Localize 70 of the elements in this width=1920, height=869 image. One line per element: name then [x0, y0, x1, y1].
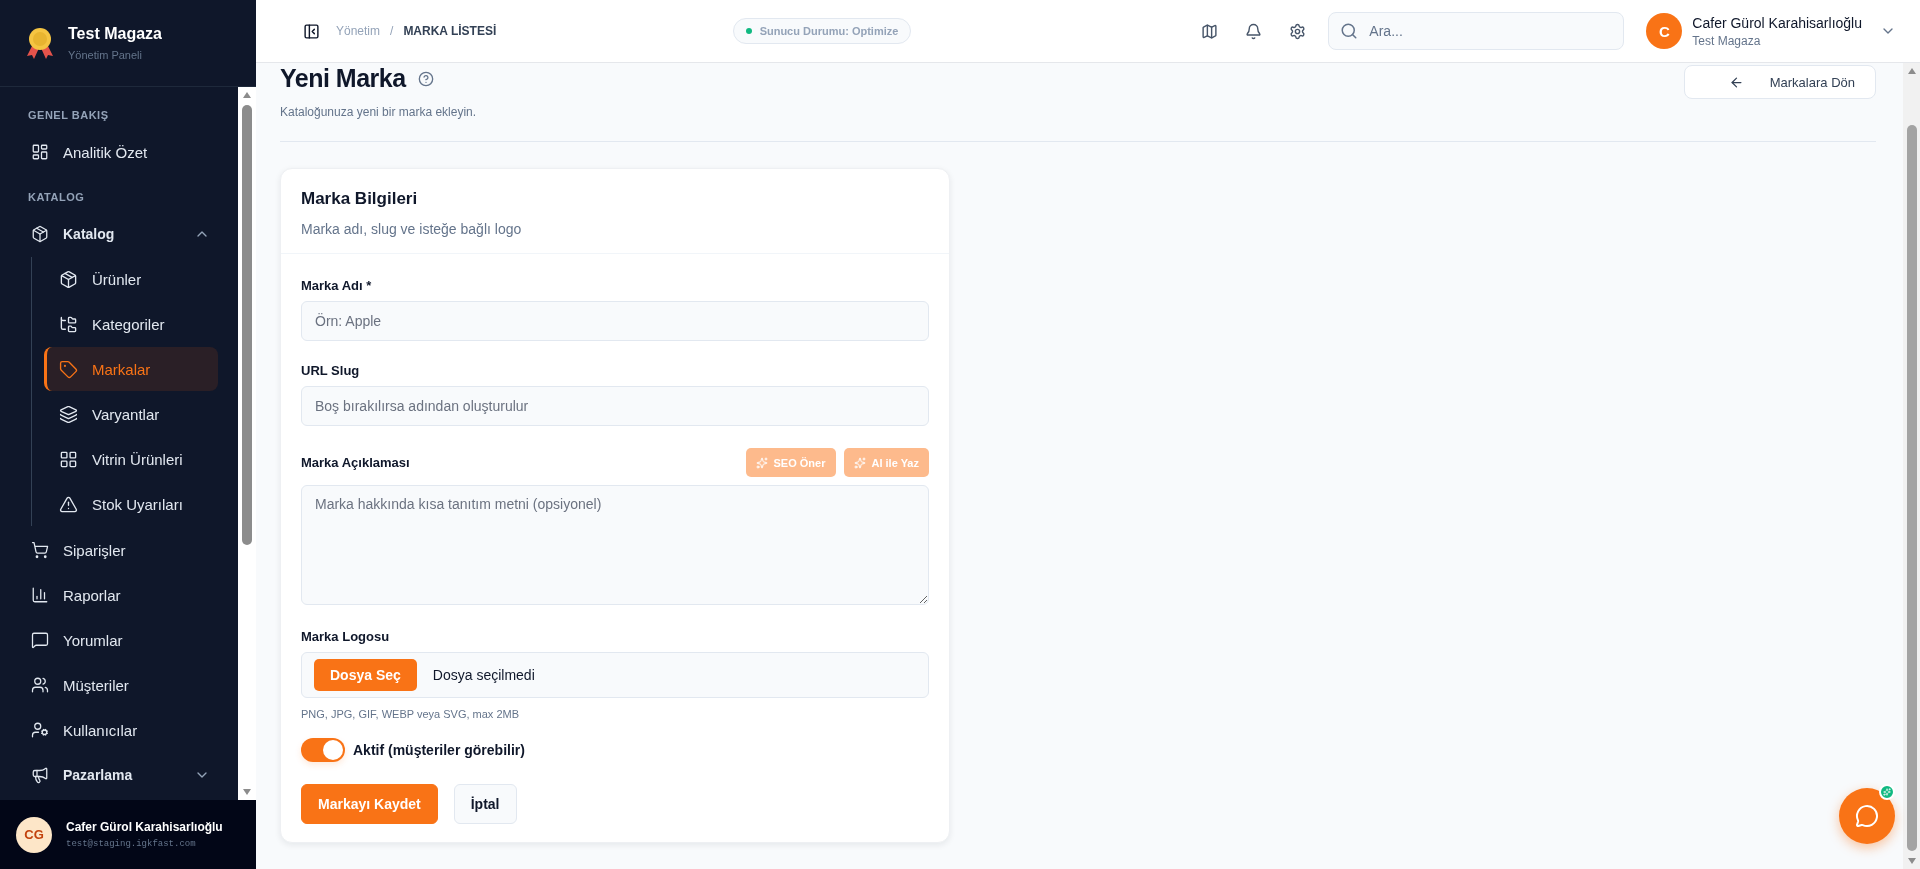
- server-status-badge: Sunucu Durumu: Optimize: [732, 18, 912, 44]
- page-title: Yeni Marka: [280, 64, 406, 93]
- sparkles-icon: [853, 456, 866, 469]
- nav-item[interactable]: Raporlar: [10, 573, 220, 617]
- scroll-down-icon[interactable]: [1906, 857, 1917, 865]
- box-icon: [59, 269, 78, 289]
- card-subtitle: Marka adı, slug ve isteğe bağlı logo: [301, 221, 523, 237]
- nav-item[interactable]: Yorumlar: [10, 618, 220, 662]
- nav-item[interactable]: Kullanıcılar: [10, 708, 220, 752]
- text-field[interactable]: Örn: Apple: [301, 301, 929, 341]
- switch-label: Aktif (müşteriler görebilir): [353, 742, 525, 758]
- field-label: Marka Logosu: [301, 629, 390, 644]
- folder-tree-icon: [59, 314, 78, 334]
- nav-section-heading: KATALOG: [27, 190, 86, 205]
- search-icon: [1340, 22, 1359, 40]
- nav-section-heading: GENEL BAKIŞ: [27, 108, 110, 123]
- field-label: Marka Adı *: [301, 278, 372, 293]
- users-icon: [31, 676, 49, 694]
- panel-subtitle: Yönetim Paneli: [68, 49, 143, 61]
- nav-item[interactable]: Varyantlar: [44, 392, 218, 436]
- bar-chart-icon: [31, 586, 49, 604]
- nav-item[interactable]: Katalog: [10, 212, 220, 256]
- scroll-up-icon[interactable]: [1906, 67, 1917, 75]
- breadcrumb-item: MARKA LİSTESİ: [403, 24, 497, 38]
- nav-item[interactable]: Kategoriler: [44, 302, 218, 346]
- grid-icon: [59, 449, 78, 469]
- active-switch[interactable]: [301, 738, 345, 762]
- nav-item[interactable]: Siparişler: [10, 528, 220, 572]
- tag-icon: [59, 359, 78, 379]
- user-email: test@staging.igkfast.com: [66, 839, 197, 849]
- file-status: Dosya seçilmedi: [432, 667, 535, 683]
- nav-item[interactable]: Ürünler: [44, 257, 218, 301]
- scroll-up-icon[interactable]: [242, 91, 252, 99]
- user-avatar: CG: [16, 816, 52, 853]
- sparkle-badge-icon: [1879, 784, 1895, 800]
- user-gear-icon: [31, 721, 49, 739]
- field-hint: PNG, JPG, GIF, WEBP veya SVG, max 2MB: [301, 708, 521, 720]
- text-field[interactable]: Boş bırakılırsa adından oluşturulur: [301, 386, 929, 426]
- warning-icon: [59, 494, 78, 514]
- megaphone-icon: [31, 766, 49, 784]
- nav-item[interactable]: Müşteriler: [10, 663, 220, 707]
- page-subtitle: Kataloğunuza yeni bir marka ekleyin.: [280, 105, 477, 119]
- description-field[interactable]: Marka hakkında kısa tanıtım metni (opsiyonel): [301, 485, 929, 605]
- medal-logo-icon: [24, 26, 56, 60]
- cancel-button[interactable]: İptal: [453, 784, 517, 824]
- field-label: Marka Açıklaması: [301, 455, 410, 470]
- store-name: Test Magaza: [68, 25, 162, 43]
- chat-icon: [1855, 804, 1879, 828]
- store-name: Test Magaza: [1692, 33, 1762, 48]
- search-field[interactable]: Ara...: [1328, 12, 1625, 50]
- user-name: Cafer Gürol Karahisarlıoğlu: [1692, 14, 1862, 31]
- nav-item[interactable]: Markalar: [44, 347, 218, 391]
- scroll-down-icon[interactable]: [242, 788, 252, 796]
- chat-icon: [31, 631, 49, 649]
- help-icon[interactable]: [417, 70, 434, 87]
- nav-item[interactable]: Analitik Özet: [10, 130, 220, 174]
- card-title: Marka Bilgileri: [301, 189, 419, 209]
- box-icon: [31, 225, 49, 243]
- chat-button[interactable]: [1839, 788, 1895, 844]
- user-name: Cafer Gürol Karahisarlıoğlu: [66, 820, 223, 834]
- cart-icon: [31, 541, 49, 559]
- dashboard-icon: [31, 143, 49, 161]
- nav-item[interactable]: Stok Uyarıları: [44, 482, 218, 526]
- breadcrumb-separator: /: [390, 24, 394, 38]
- nav-item[interactable]: Pazarlama: [10, 753, 220, 797]
- sparkles-icon: [755, 456, 768, 469]
- back-button[interactable]: Markalara Dön: [1683, 65, 1876, 99]
- field-label: URL Slug: [301, 363, 360, 378]
- nav-item[interactable]: Vitrin Ürünleri: [44, 437, 218, 481]
- layers-icon: [59, 404, 78, 424]
